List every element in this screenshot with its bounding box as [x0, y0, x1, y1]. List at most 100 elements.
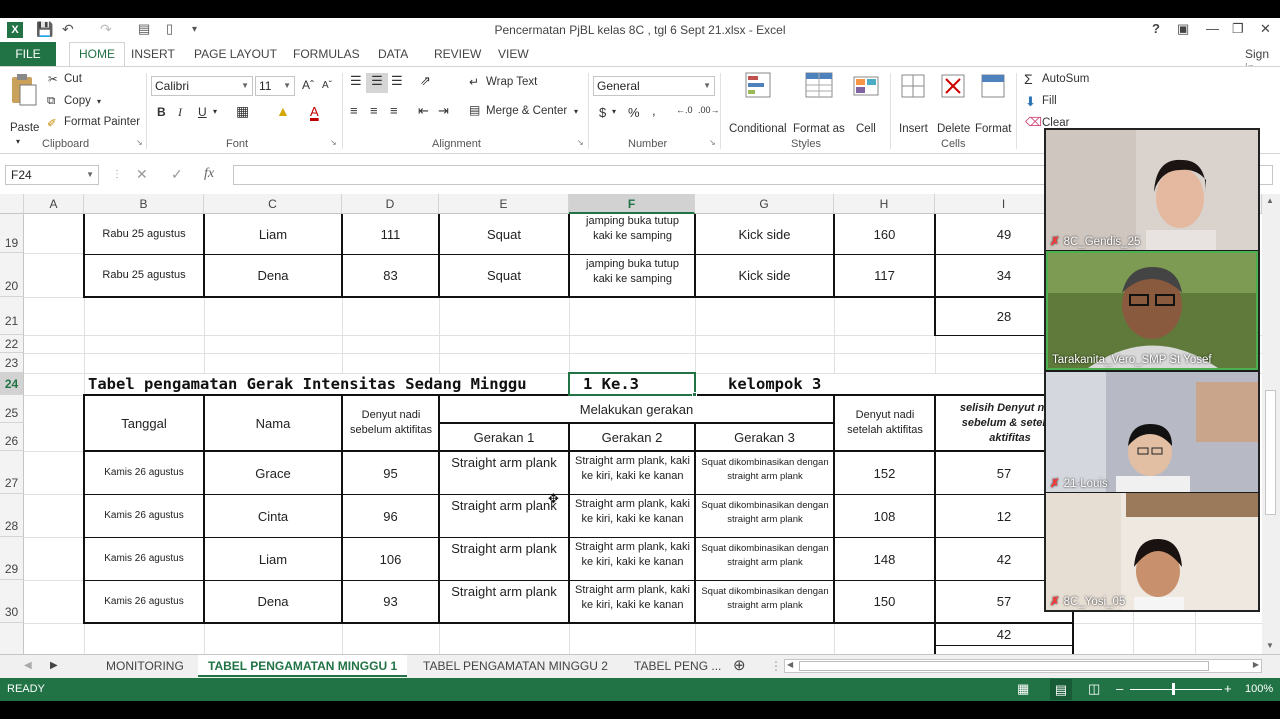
scroll-right-icon[interactable]: ▶ — [1253, 660, 1259, 669]
underline-icon[interactable]: U — [198, 105, 207, 119]
enter-icon[interactable]: ✓ — [171, 166, 183, 183]
clear-icon[interactable]: ⌫ — [1025, 115, 1042, 129]
row-header-21[interactable]: 21 — [0, 297, 24, 335]
cell-i31[interactable]: 42 — [936, 624, 1072, 645]
cell-b20[interactable]: Rabu 25 agustus — [85, 255, 203, 296]
align-center-icon[interactable]: ≡ — [370, 103, 378, 118]
format-as-table-button[interactable]: Format as — [793, 123, 845, 135]
header-melakukan-gerakan[interactable]: Melakukan gerakan — [440, 396, 833, 422]
autosum-button[interactable]: AutoSum — [1042, 73, 1089, 85]
sheet-tab-more[interactable]: TABEL PENG ... — [634, 655, 721, 677]
row-header-25[interactable]: 25 — [0, 395, 24, 423]
format-painter-icon[interactable]: ✐ — [47, 116, 57, 130]
align-left-icon[interactable]: ≡ — [350, 103, 358, 118]
clipboard-launcher-icon[interactable]: ↘ — [136, 138, 143, 147]
table-title[interactable]: Tabel pengamatan Gerak Intensitas Sedang… — [88, 375, 568, 393]
row-header-27[interactable]: 27 — [0, 451, 24, 494]
increase-decimal-icon[interactable]: ←.0 — [676, 105, 693, 115]
cell-c20[interactable]: Dena — [205, 255, 341, 296]
insert-button[interactable]: Insert — [899, 123, 928, 135]
cell-d30[interactable]: 93 — [343, 581, 438, 622]
insert-function-icon[interactable]: fx — [204, 166, 214, 182]
col-header-g[interactable]: G — [695, 194, 834, 214]
cell-e30[interactable]: Straight arm plank — [440, 584, 568, 621]
font-size-select[interactable]: 11 ▼ — [255, 76, 295, 96]
cell-f19[interactable]: jamping buka tutup kaki ke samping — [575, 214, 690, 254]
cell-d27[interactable]: 95 — [343, 452, 438, 494]
currency-dropdown-icon[interactable]: ▾ — [612, 107, 616, 116]
tab-split-icon[interactable]: ⋮ — [770, 655, 782, 677]
cell-g28[interactable]: Squat dikombinasikan dengan straight arm… — [697, 499, 833, 536]
tab-scroll-left-icon[interactable]: ◀ — [24, 655, 32, 677]
cell-f29[interactable]: Straight arm plank, kaki ke kiri, kaki k… — [571, 540, 694, 579]
delete-cells-icon[interactable] — [938, 71, 968, 101]
number-format-select[interactable]: General ▼ — [593, 76, 715, 96]
tab-formulas[interactable]: FORMULAS — [293, 47, 360, 61]
col-header-h[interactable]: H — [834, 194, 935, 214]
cell-h19[interactable]: 160 — [835, 214, 934, 254]
col-header-f[interactable]: F — [569, 194, 695, 214]
number-launcher-icon[interactable]: ↘ — [709, 138, 716, 147]
cancel-icon[interactable]: ✕ — [136, 166, 148, 183]
zoom-level[interactable]: 100% — [1245, 683, 1273, 695]
bold-icon[interactable]: B — [157, 105, 166, 119]
tab-data[interactable]: DATA — [378, 47, 408, 61]
zoom-slider[interactable] — [1130, 689, 1222, 690]
header-tanggal[interactable]: Tanggal — [85, 396, 203, 450]
format-painter-button[interactable]: Format Painter — [64, 116, 140, 128]
cell-d28[interactable]: 96 — [343, 495, 438, 537]
format-cells-icon[interactable] — [978, 71, 1008, 101]
header-denyut-setelah[interactable]: Denyut nadi setelah aktifitas — [837, 396, 933, 450]
tab-review[interactable]: REVIEW — [434, 47, 481, 61]
cell-h30[interactable]: 150 — [835, 581, 934, 622]
merge-icon[interactable]: ▤ — [469, 103, 480, 117]
align-right-icon[interactable]: ≡ — [390, 103, 398, 118]
col-header-c[interactable]: C — [204, 194, 342, 214]
percent-icon[interactable]: % — [628, 105, 640, 120]
align-bottom-icon[interactable]: ☰ — [391, 73, 403, 89]
cell-c30[interactable]: Dena — [205, 581, 341, 622]
increase-indent-icon[interactable]: ⇥ — [438, 103, 449, 119]
cell-b30[interactable]: Kamis 26 agustus — [85, 581, 203, 622]
sheet-tab-minggu-2[interactable]: TABEL PENGAMATAN MINGGU 2 — [423, 655, 608, 677]
tab-file[interactable]: FILE — [0, 42, 56, 66]
paste-icon[interactable] — [10, 73, 38, 107]
normal-view-icon[interactable]: ▦ — [1017, 681, 1029, 697]
wrap-text-button[interactable]: Wrap Text — [486, 76, 537, 88]
cell-g19[interactable]: Kick side — [696, 214, 833, 254]
cell-g24[interactable]: kelompok 3 — [728, 375, 821, 393]
copy-icon[interactable]: ⧉ — [47, 95, 55, 108]
header-nama[interactable]: Nama — [205, 396, 341, 450]
cell-e20[interactable]: Squat — [440, 255, 568, 296]
col-header-d[interactable]: D — [342, 194, 439, 214]
sheet-tab-minggu-1[interactable]: TABEL PENGAMATAN MINGGU 1 — [198, 655, 408, 677]
page-break-view-icon[interactable]: ◫ — [1088, 681, 1100, 697]
col-header-a[interactable]: A — [24, 194, 84, 214]
header-gerakan-1[interactable]: Gerakan 1 — [440, 424, 568, 450]
grow-font-icon[interactable]: Aˆ — [302, 78, 314, 92]
orientation-icon[interactable]: ⇗ — [420, 73, 431, 89]
cell-e29[interactable]: Straight arm plank — [440, 541, 568, 579]
font-name-select[interactable]: Calibri ▼ — [151, 76, 253, 96]
cell-h28[interactable]: 108 — [835, 495, 934, 537]
tab-home[interactable]: HOME — [69, 42, 125, 67]
header-denyut-sebelum[interactable]: Denyut nadi sebelum aktifitas — [345, 396, 437, 450]
cell-e19[interactable]: Squat — [440, 214, 568, 254]
add-sheet-icon[interactable]: ⊕ — [733, 655, 746, 677]
cell-h27[interactable]: 152 — [835, 452, 934, 494]
cell-styles-button[interactable]: Cell — [856, 123, 876, 135]
insert-cells-icon[interactable] — [898, 71, 928, 101]
borders-icon[interactable]: ▦ — [236, 103, 249, 120]
tab-scroll-right-icon[interactable]: ▶ — [50, 655, 58, 677]
sheet-tab-monitoring[interactable]: MONITORING — [106, 655, 184, 677]
name-box[interactable]: F24 ▼ — [5, 165, 99, 185]
scroll-down-icon[interactable]: ▼ — [1266, 641, 1274, 650]
row-header-24[interactable]: 24 — [0, 373, 24, 395]
cell-f20[interactable]: jamping buka tutup kaki ke samping — [575, 257, 690, 295]
help-icon[interactable]: ? — [1152, 21, 1160, 36]
cell-f30[interactable]: Straight arm plank, kaki ke kiri, kaki k… — [571, 583, 694, 621]
col-header-b[interactable]: B — [84, 194, 204, 214]
conditional-formatting-button[interactable]: Conditional — [729, 123, 787, 135]
conditional-formatting-icon[interactable] — [744, 71, 774, 101]
cut-icon[interactable]: ✂ — [48, 72, 58, 86]
